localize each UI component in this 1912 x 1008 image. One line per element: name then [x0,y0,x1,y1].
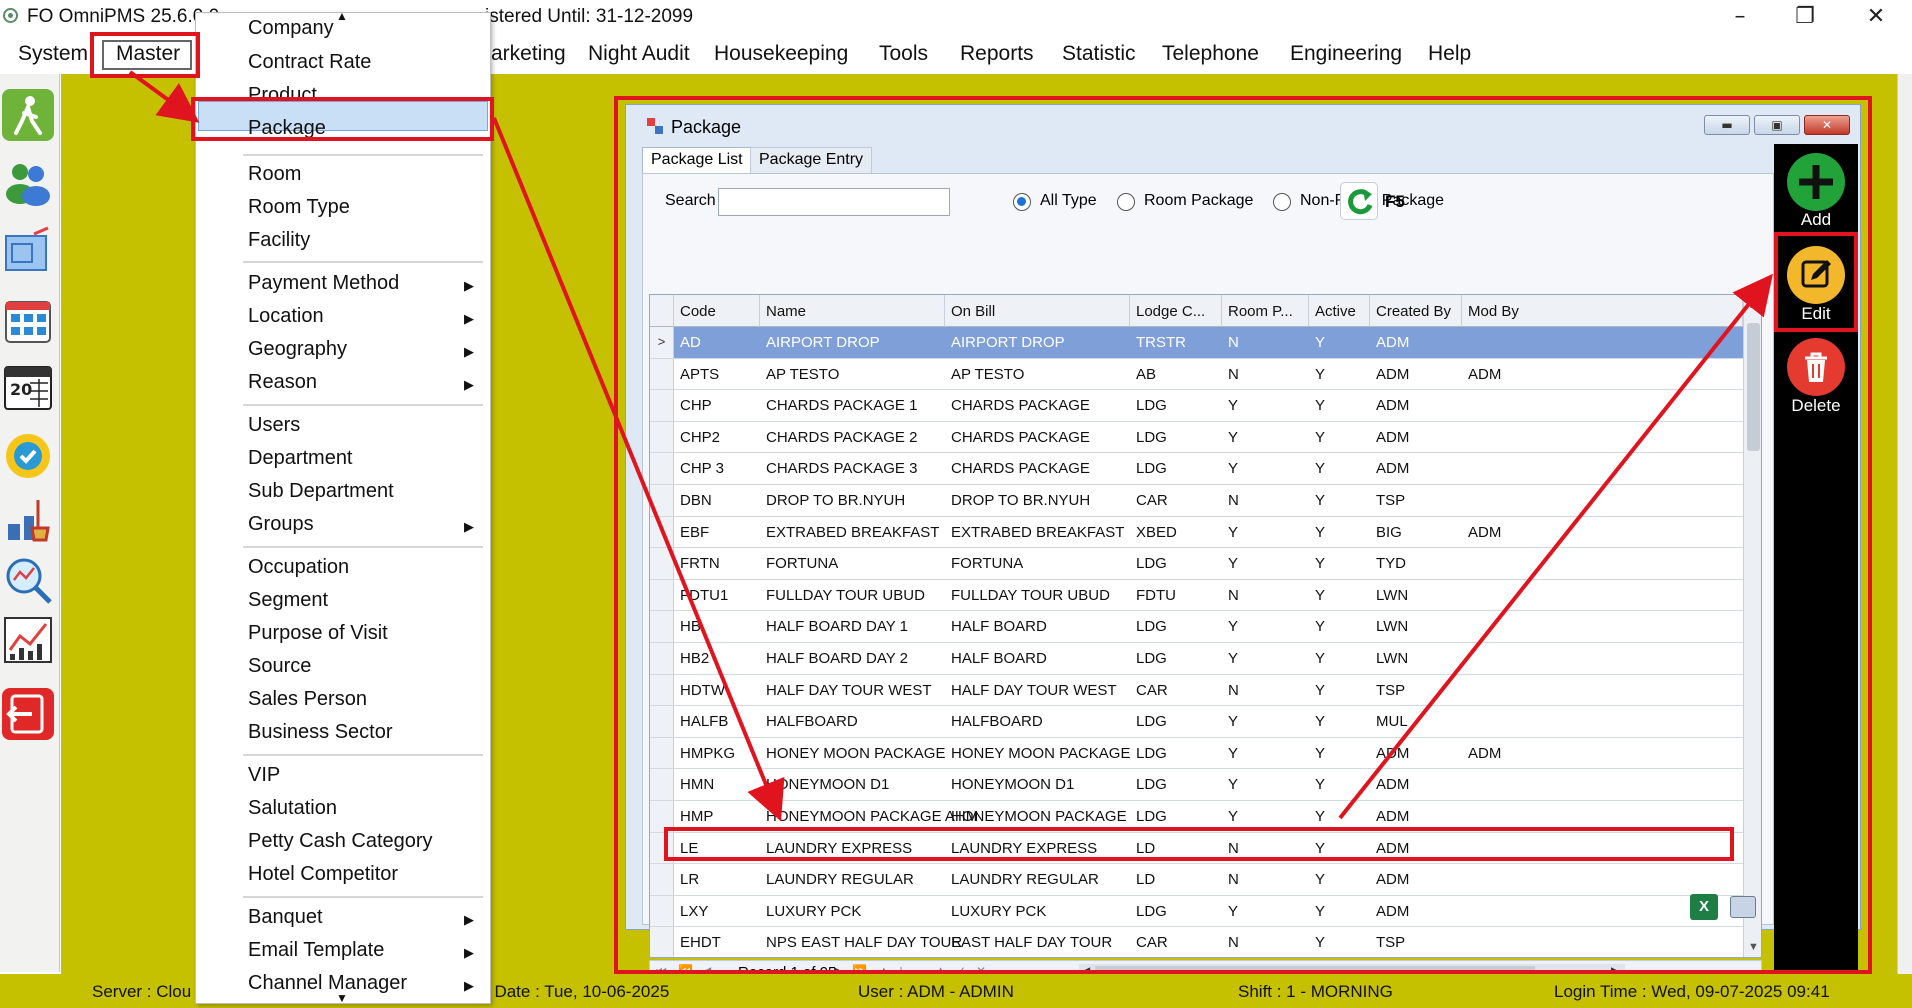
status-date: ; Date : Tue, 10-06-2025 [485,982,670,1001]
menu-item-company[interactable]: Company [248,17,334,40]
menu-separator [243,154,483,156]
status-user: User : ADM - ADMIN [858,982,1014,1001]
menu-separator [243,404,483,406]
menu-separator [243,896,483,898]
menu-tools[interactable]: Tools [879,42,928,66]
status-shift: Shift : 1 - MORNING [1238,982,1393,1001]
submenu-arrow-icon: ▶ [464,278,474,293]
restore-button[interactable]: ❐ [1765,0,1845,34]
menu-item-groups[interactable]: Groups [248,513,314,536]
menu-item-segment[interactable]: Segment [248,589,328,612]
calendar-icon[interactable]: 20 [2,361,54,413]
annotation-package-box [191,97,494,141]
room-grid-icon[interactable] [2,294,54,346]
menu-system[interactable]: System [18,42,88,66]
menu-statistic[interactable]: Statistic [1062,42,1136,66]
close-button[interactable]: ✕ [1836,0,1912,34]
submenu-arrow-icon: ▶ [464,519,474,534]
menu-item-room-type[interactable]: Room Type [248,196,350,219]
menu-housekeeping[interactable]: Housekeeping [714,42,848,66]
status-server: Server : Clou [92,982,192,1001]
housekeeping-icon[interactable] [2,494,54,546]
menu-item-geography[interactable]: Geography [248,338,347,361]
svg-text:20: 20 [10,380,32,399]
annotation-master-box [90,32,200,78]
menu-item-payment-method[interactable]: Payment Method [248,272,399,295]
menu-item-petty-cash-category[interactable]: Petty Cash Category [248,830,433,853]
availability-icon[interactable] [2,430,54,482]
menu-item-vip[interactable]: VIP [248,764,280,787]
menu-separator [243,546,483,548]
menu-item-banquet[interactable]: Banquet [248,906,323,929]
menu-item-users[interactable]: Users [248,414,300,437]
menu-item-location[interactable]: Location [248,305,324,328]
dropdown-scroll-down-icon[interactable]: ▼ [336,991,348,1003]
left-toolbar: 20 [0,74,60,972]
annotation-edit-box [1774,232,1858,332]
submenu-arrow-icon: ▶ [464,311,474,326]
annotation-row-box [664,827,1734,861]
master-dropdown-menu: ▲ Company Contract Rate Product Package Room… [195,12,491,1004]
menu-item-email-template[interactable]: Email Template [248,939,384,962]
menu-item-room[interactable]: Room [248,163,301,186]
submenu-arrow-icon: ▶ [464,978,474,993]
workspace-scrollbar[interactable] [1897,74,1912,974]
dropdown-scroll-up-icon[interactable]: ▲ [336,13,348,23]
menu-marketing[interactable]: arketing [491,42,566,66]
menu-item-hotel-competitor[interactable]: Hotel Competitor [248,863,398,886]
menu-item-source[interactable]: Source [248,655,311,678]
menu-item-purpose-of-visit[interactable]: Purpose of Visit [248,622,388,645]
menu-item-department[interactable]: Department [248,447,353,470]
status-login-time: Login Time : Wed, 09-07-2025 09:41 [1554,982,1830,1001]
menu-reports[interactable]: Reports [960,42,1034,66]
menu-item-facility[interactable]: Facility [248,229,310,252]
menu-separator [243,261,483,263]
menu-item-occupation[interactable]: Occupation [248,556,349,579]
app-logo-icon [3,8,18,23]
menu-engineering[interactable]: Engineering [1290,42,1402,66]
menu-item-sub-department[interactable]: Sub Department [248,480,394,503]
exit-icon[interactable] [2,688,54,740]
menu-item-salutation[interactable]: Salutation [248,797,337,820]
floor-plan-icon[interactable] [2,226,54,278]
submenu-arrow-icon: ▶ [464,912,474,927]
menu-separator [243,754,483,756]
search-analytics-icon[interactable] [2,554,54,606]
menu-item-sales-person[interactable]: Sales Person [248,688,367,711]
report-chart-icon[interactable] [2,614,54,666]
app-title: FO OmniPMS 25.6.0.0 [27,6,220,27]
submenu-arrow-icon: ▶ [464,945,474,960]
walk-in-icon[interactable] [2,89,54,141]
menu-item-channel-manager[interactable]: Channel Manager [248,972,407,995]
menu-item-business-sector[interactable]: Business Sector [248,721,393,744]
guests-icon[interactable] [2,156,54,208]
submenu-arrow-icon: ▶ [464,344,474,359]
registration-text: istered Until: 31-12-2099 [485,6,694,27]
menu-item-reason[interactable]: Reason [248,371,317,394]
menu-item-contract-rate[interactable]: Contract Rate [248,51,371,74]
submenu-arrow-icon: ▶ [464,377,474,392]
menu-night-audit[interactable]: Night Audit [588,42,690,66]
menu-telephone[interactable]: Telephone [1162,42,1259,66]
menu-help[interactable]: Help [1428,42,1471,66]
